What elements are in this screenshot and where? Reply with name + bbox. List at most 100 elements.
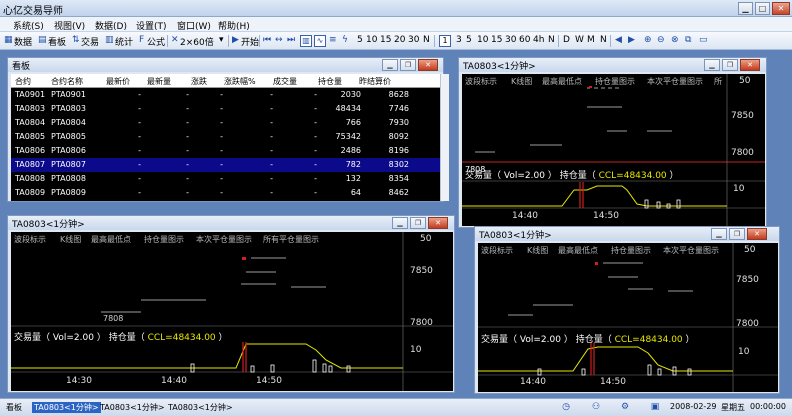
prev-icon[interactable]: ◀ — [615, 35, 622, 45]
period-15-button[interactable]: 15 — [380, 35, 391, 45]
line-mode-icon[interactable]: ∿ — [314, 35, 326, 47]
status-tab-chart-1[interactable]: TA0803<1分钟> — [32, 402, 101, 413]
cell-settle: 8354 — [388, 174, 409, 183]
next-icon[interactable]: ▶ — [628, 35, 635, 45]
menu-window[interactable]: 窗口(W) — [177, 19, 211, 32]
lightning-icon[interactable]: ϟ — [342, 35, 348, 45]
scroll-icon[interactable]: ↔ — [275, 35, 283, 45]
server-icon[interactable]: ▣ — [648, 401, 662, 414]
cell-code: TA0803 — [15, 104, 46, 113]
maximize-button[interactable]: □ — [755, 2, 770, 15]
chart-3[interactable]: 波段标示 K线图 最高最低点 持仓量图示 本次平仓量图示 50 7850 780… — [478, 243, 778, 392]
table-row[interactable]: TA0809 PTA0809 - - - - - 64 8462 — [11, 186, 440, 200]
period-n-button[interactable]: N — [423, 35, 430, 45]
window-icon[interactable]: ⧉ — [685, 35, 691, 45]
board-close-button[interactable]: ✕ — [418, 59, 438, 71]
period-5-button[interactable]: 5 — [357, 35, 363, 45]
col-open-interest[interactable]: 持仓量 — [318, 76, 342, 87]
toolbar-trade-button[interactable]: 交易 — [81, 35, 99, 48]
chart-window-1-close-button[interactable]: ✕ — [740, 59, 760, 71]
table-row[interactable]: TA0806 PTA0806 - - - - - 2486 8196 — [11, 144, 440, 158]
toolbar-board-button[interactable]: 看板 — [48, 35, 66, 48]
toolbar-stats-button[interactable]: 统计 — [115, 35, 133, 48]
tile-icon[interactable]: ▭ — [699, 35, 708, 45]
status-tab-chart-2[interactable]: TA0803<1分钟> — [100, 402, 165, 413]
chart-1[interactable]: 波段标示 K线图 最高最低点 持仓量图示 本次平仓量图示 所 50 7850 7… — [462, 74, 765, 226]
board-scrollbar[interactable] — [440, 74, 449, 201]
zoom-out-icon[interactable]: ⊖ — [657, 35, 665, 45]
table-row[interactable]: TA0808 PTA0808 - - - - - 132 8354 — [11, 172, 440, 186]
minute-n-button[interactable]: N — [548, 35, 555, 45]
first-icon[interactable]: ⏮ — [263, 35, 271, 45]
col-name[interactable]: 合约名称 — [51, 76, 83, 87]
chart-window-2-close-button[interactable]: ✕ — [428, 217, 448, 229]
minimize-button[interactable]: ▁ — [738, 2, 753, 15]
period-20-button[interactable]: 20 — [394, 35, 405, 45]
col-change-pct[interactable]: 涨跌幅% — [224, 76, 256, 87]
chart-window-1-restore-button[interactable]: ❐ — [722, 59, 738, 71]
menu-help[interactable]: 帮助(H) — [218, 19, 250, 32]
minute-15-button[interactable]: 15 — [491, 35, 502, 45]
col-last-vol[interactable]: 最新量 — [147, 76, 171, 87]
volume-value: Vol=2.00 — [52, 333, 94, 343]
menu-system[interactable]: 系统(S) — [13, 19, 44, 32]
link-icon[interactable]: ⊗ — [671, 35, 679, 45]
toolbar-formula-button[interactable]: 公式 — [147, 35, 165, 48]
toolbar-start-button[interactable]: 开始 — [241, 35, 259, 48]
minute-1-button[interactable]: 1 — [439, 35, 451, 47]
minute-5-button[interactable]: 5 — [466, 35, 472, 45]
chart-window-2-minimize-button[interactable]: ▁ — [392, 217, 408, 229]
minute-60-button[interactable]: 60 — [519, 35, 530, 45]
toolbar-data-button[interactable]: 数据 — [14, 35, 32, 48]
period-10-button[interactable]: 10 — [366, 35, 377, 45]
candle-mode-icon[interactable]: ▥ — [300, 35, 312, 47]
col-change[interactable]: 涨跌 — [191, 76, 207, 87]
status-tab-board[interactable]: 看板 — [6, 402, 22, 413]
custom-n-button[interactable]: N — [600, 35, 607, 45]
menu-settings[interactable]: 设置(T) — [136, 19, 167, 32]
minute-30-button[interactable]: 30 — [505, 35, 516, 45]
menu-data[interactable]: 数据(D) — [95, 19, 127, 32]
table-row[interactable]: TA0804 PTA0804 - - - - - 766 7930 — [11, 116, 440, 130]
chart-window-2-restore-button[interactable]: ❐ — [410, 217, 426, 229]
status-tab-chart-3[interactable]: TA0803<1分钟> — [168, 402, 233, 413]
col-code[interactable]: 合约 — [15, 76, 31, 87]
chart-window-1-minimize-button[interactable]: ▁ — [704, 59, 720, 71]
cell-chg: - — [220, 188, 223, 197]
table-row[interactable]: TA0807 PTA0807 - - - - - 782 8302 — [11, 158, 440, 172]
chart-window-3-minimize-button[interactable]: ▁ — [711, 228, 727, 240]
month-button[interactable]: M — [587, 35, 595, 45]
minute-3-button[interactable]: 3 — [456, 35, 462, 45]
chart-window-1-title: TA0803<1分钟> — [463, 62, 536, 72]
cell-vol: - — [314, 90, 317, 99]
toolbar-layout-button[interactable]: 2×60倍 — [180, 35, 214, 48]
week-button[interactable]: W — [575, 35, 584, 45]
volume-label: 交易量（ — [481, 335, 518, 345]
col-last[interactable]: 最新价 — [106, 76, 130, 87]
last-icon[interactable]: ⏭ — [287, 35, 295, 45]
col-settle[interactable]: 昨结算价 — [359, 76, 391, 87]
dropdown-arrow-icon[interactable]: ▾ — [219, 35, 224, 45]
cell-chgpct: - — [270, 132, 273, 141]
chart-window-3-restore-button[interactable]: ❐ — [729, 228, 745, 240]
board-restore-button[interactable]: ❐ — [400, 59, 416, 71]
zoom-in-icon[interactable]: ⊕ — [644, 35, 652, 45]
col-volume[interactable]: 成交量 — [273, 76, 297, 87]
day-button[interactable]: D — [563, 35, 570, 45]
period-30-button[interactable]: 30 — [408, 35, 419, 45]
table-row[interactable]: TA0805 PTA0805 - - - - - 75342 8092 — [11, 130, 440, 144]
minute-10-button[interactable]: 10 — [477, 35, 488, 45]
board-minimize-button[interactable]: ▁ — [382, 59, 398, 71]
table-row[interactable]: TA0803 PTA0803 - - - - - 48434 7746 — [11, 102, 440, 116]
bar-mode-icon[interactable]: ≡ — [329, 35, 337, 45]
chart-2[interactable]: 波段标示 K线图 最高最低点 持仓量图示 本次平仓量图示 所有平仓量图示 50 … — [11, 232, 453, 391]
menu-view[interactable]: 视图(V) — [54, 19, 85, 32]
connection-icon[interactable]: ⚙ — [618, 401, 632, 414]
chart-1-lines — [462, 74, 765, 226]
clock-icon[interactable]: ◷ — [559, 401, 573, 414]
hour-4-button[interactable]: 4h — [533, 35, 544, 45]
close-button[interactable]: ✕ — [772, 2, 790, 15]
table-row[interactable]: TA0901 PTA0901 - - - - - 2030 8628 — [11, 88, 440, 102]
chart-window-3-close-button[interactable]: ✕ — [747, 228, 767, 240]
network-icon[interactable]: ⚇ — [589, 401, 603, 414]
